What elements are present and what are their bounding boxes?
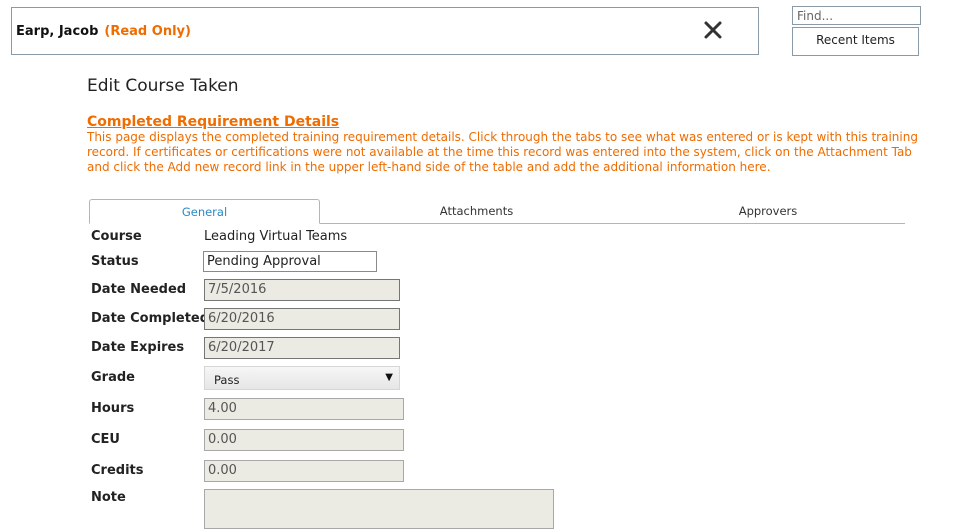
credits-label: Credits	[91, 463, 144, 478]
page-title: Edit Course Taken	[87, 76, 239, 96]
grade-label: Grade	[91, 370, 135, 385]
ceu-field: 0.00	[204, 429, 404, 451]
find-input[interactable]	[792, 6, 921, 25]
status-field[interactable]: Pending Approval	[203, 251, 377, 272]
tab-attachments[interactable]: Attachments	[340, 199, 613, 224]
tab-approvers[interactable]: Approvers	[633, 199, 903, 224]
status-label: Status	[91, 254, 139, 269]
hours-field: 4.00	[204, 398, 404, 420]
date-needed-label: Date Needed	[91, 282, 187, 297]
person-name: Earp, Jacob (Read Only)	[16, 24, 191, 39]
person-name-text: Earp, Jacob	[16, 24, 99, 39]
credits-field: 0.00	[204, 460, 404, 482]
grade-selected-value: Pass	[214, 373, 240, 387]
tab-general[interactable]: General	[89, 199, 320, 224]
date-expires-field: 6/20/2017	[204, 337, 400, 359]
note-label: Note	[91, 490, 126, 505]
ceu-label: CEU	[91, 432, 120, 447]
record-header: Earp, Jacob (Read Only)	[11, 7, 759, 55]
course-label: Course	[91, 229, 142, 244]
date-needed-field: 7/5/2016	[204, 279, 400, 301]
course-value: Leading Virtual Teams	[204, 229, 348, 244]
page-description: This page displays the completed trainin…	[87, 130, 918, 174]
grade-select[interactable]: Pass ▼	[204, 366, 400, 390]
date-expires-label: Date Expires	[91, 340, 185, 355]
completed-requirement-details-link[interactable]: Completed Requirement Details	[87, 114, 339, 130]
date-completed-label: Date Completed	[91, 311, 210, 326]
close-icon[interactable]	[702, 19, 726, 43]
date-completed-field: 6/20/2016	[204, 308, 400, 330]
dropdown-arrow-icon: ▼	[385, 372, 393, 383]
read-only-label: (Read Only)	[104, 24, 191, 39]
recent-items-button[interactable]: Recent Items	[792, 27, 919, 56]
hours-label: Hours	[91, 401, 135, 416]
note-textarea	[204, 489, 554, 529]
